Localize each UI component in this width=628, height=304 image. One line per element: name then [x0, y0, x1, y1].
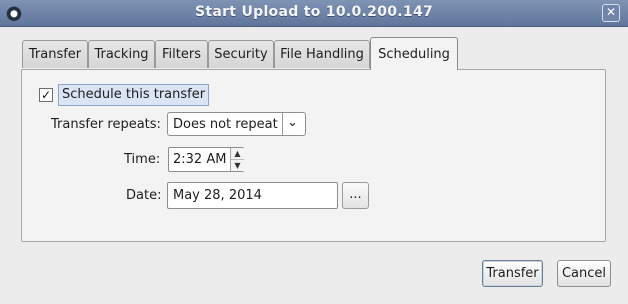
- time-label: Time:: [124, 152, 161, 167]
- repeats-value: Does not repeat: [173, 117, 278, 132]
- close-button[interactable]: ✕: [602, 4, 620, 22]
- cancel-button-label: Cancel: [561, 266, 607, 281]
- tab-transfer[interactable]: Transfer: [22, 40, 88, 68]
- date-label: Date:: [126, 188, 162, 203]
- tab-label: Scheduling: [378, 46, 450, 62]
- schedule-checkbox[interactable]: ✓: [39, 88, 53, 102]
- dropdown-divider: [282, 113, 283, 135]
- tab-file-handling[interactable]: File Handling: [274, 40, 370, 68]
- transfer-button-label: Transfer: [486, 266, 539, 281]
- tab-label: Filters: [162, 47, 201, 62]
- time-value[interactable]: 2:32 AM: [173, 152, 226, 167]
- upload-dialog: Start Upload to 10.0.200.147 ✕ Transfer …: [0, 0, 628, 304]
- tab-tracking[interactable]: Tracking: [88, 40, 155, 68]
- schedule-checkbox-label[interactable]: Schedule this transfer: [58, 84, 210, 106]
- tab-scheduling[interactable]: Scheduling: [370, 37, 458, 71]
- spin-down-icon[interactable]: ▼: [231, 160, 244, 171]
- time-spin-buttons: ▲ ▼: [230, 148, 244, 171]
- tab-label: File Handling: [280, 47, 364, 62]
- tab-label: Security: [214, 47, 268, 62]
- window-title: Start Upload to 10.0.200.147: [194, 4, 434, 20]
- chevron-down-icon[interactable]: ⌄: [287, 115, 298, 130]
- title-bar[interactable]: Start Upload to 10.0.200.147 ✕: [0, 0, 628, 27]
- cancel-button[interactable]: Cancel: [557, 260, 611, 287]
- tab-label: Tracking: [94, 47, 149, 62]
- transfer-button[interactable]: Transfer: [482, 260, 543, 287]
- date-picker-button[interactable]: ...: [342, 182, 369, 209]
- repeats-label: Transfer repeats:: [51, 117, 161, 132]
- time-spinner[interactable]: 2:32 AM ▲ ▼: [168, 147, 244, 172]
- tab-label: Transfer: [28, 47, 82, 62]
- spin-up-icon[interactable]: ▲: [231, 148, 244, 160]
- date-field[interactable]: May 28, 2014: [167, 182, 338, 209]
- date-value: May 28, 2014: [173, 188, 262, 203]
- tab-security[interactable]: Security: [208, 40, 274, 68]
- tab-filters[interactable]: Filters: [155, 40, 208, 68]
- repeats-dropdown[interactable]: Does not repeat ⌄: [167, 112, 306, 136]
